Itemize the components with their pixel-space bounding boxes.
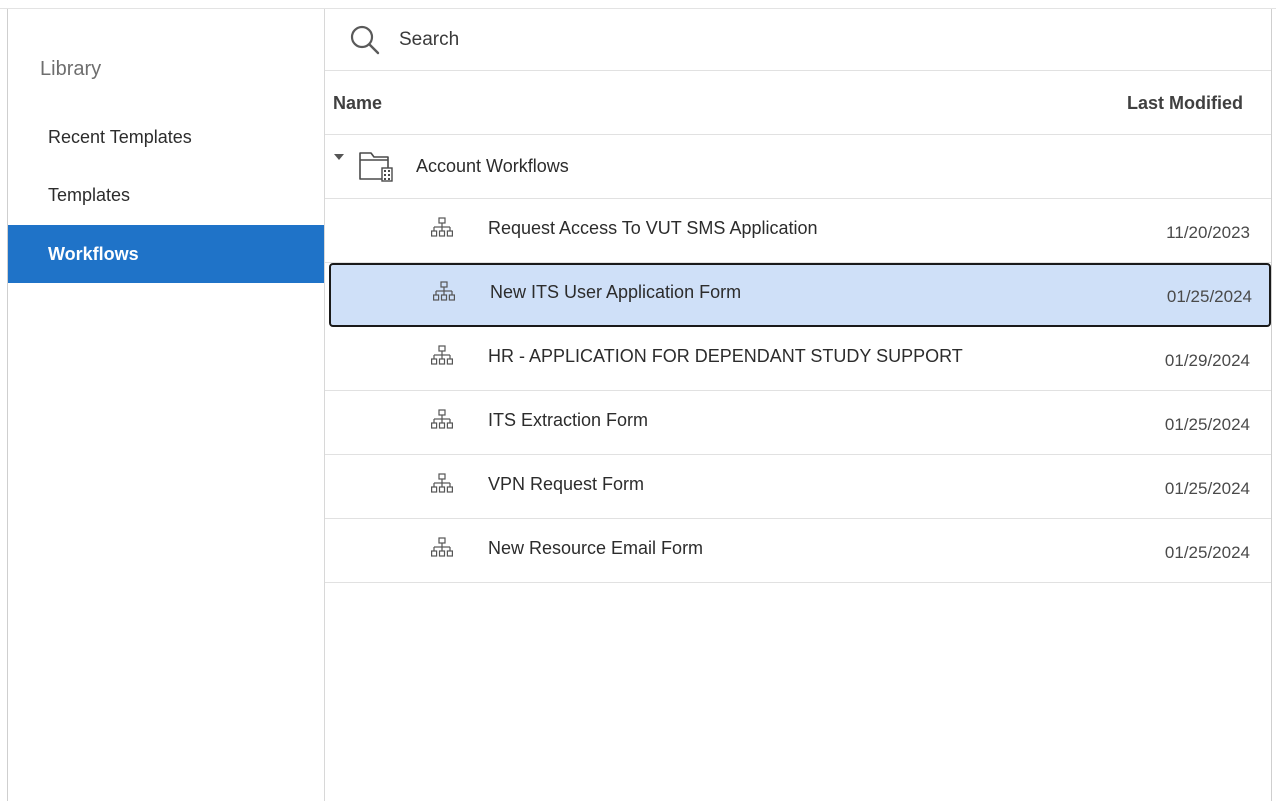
- workflow-name: ITS Extraction Form: [488, 410, 649, 430]
- workflow-date: 11/20/2023: [1166, 223, 1250, 242]
- column-header-name[interactable]: Name: [333, 93, 382, 114]
- workflow-date: 01/25/2024: [1164, 479, 1250, 498]
- workflow-name: New Resource Email Form: [488, 538, 704, 558]
- column-header-last-modified[interactable]: Last Modified: [1127, 93, 1243, 114]
- folder-row-account-workflows[interactable]: Account Workflows: [325, 135, 1271, 199]
- workflow-icon: [431, 473, 453, 493]
- folder-label: Account Workflows: [416, 156, 569, 176]
- workflow-name: VPN Request Form: [488, 474, 645, 494]
- search-input[interactable]: [397, 23, 1241, 57]
- workflow-date: 01/25/2024: [1164, 543, 1250, 562]
- search-icon[interactable]: [347, 22, 383, 58]
- top-border: [0, 0, 1276, 9]
- workflow-name: New ITS User Application Form: [490, 282, 742, 302]
- workflow-icon: [431, 345, 453, 365]
- workflow-icon: [433, 281, 455, 301]
- workflow-row[interactable]: VPN Request Form 01/25/2024: [325, 455, 1271, 519]
- workflow-date: 01/25/2024: [1166, 287, 1252, 306]
- sidebar-item-workflows[interactable]: Workflows: [8, 225, 324, 283]
- library-window: Library Recent Templates Templates Workf…: [0, 0, 1276, 801]
- caret-down-icon[interactable]: [334, 154, 344, 162]
- workflow-icon: [431, 537, 453, 557]
- column-header-row: Name Last Modified: [325, 71, 1271, 135]
- workflow-icon: [431, 217, 453, 237]
- sidebar-item-recent-templates[interactable]: Recent Templates: [8, 108, 324, 166]
- workflow-row[interactable]: ITS Extraction Form 01/25/2024: [325, 391, 1271, 455]
- workflow-name: Request Access To VUT SMS Application: [488, 218, 818, 238]
- main-panel: Name Last Modified Account Workflows: [325, 9, 1271, 801]
- workflow-date: 01/29/2024: [1164, 351, 1250, 370]
- search-bar: [325, 9, 1271, 71]
- sidebar-heading: Library: [40, 58, 102, 80]
- workflow-row[interactable]: New Resource Email Form 01/25/2024: [325, 519, 1271, 583]
- workflow-row-selected[interactable]: New ITS User Application Form 01/25/2024: [329, 263, 1271, 327]
- sidebar-item-templates[interactable]: Templates: [8, 166, 324, 224]
- folder-icon: [359, 152, 393, 182]
- right-edge: [1271, 9, 1272, 801]
- workflow-icon: [431, 409, 453, 429]
- workflow-row[interactable]: HR - APPLICATION FOR DEPENDANT STUDY SUP…: [325, 327, 1271, 391]
- workflow-date: 01/25/2024: [1164, 415, 1250, 434]
- workflow-name: HR - APPLICATION FOR DEPENDANT STUDY SUP…: [488, 346, 963, 366]
- workflow-row[interactable]: Request Access To VUT SMS Application 11…: [325, 199, 1271, 263]
